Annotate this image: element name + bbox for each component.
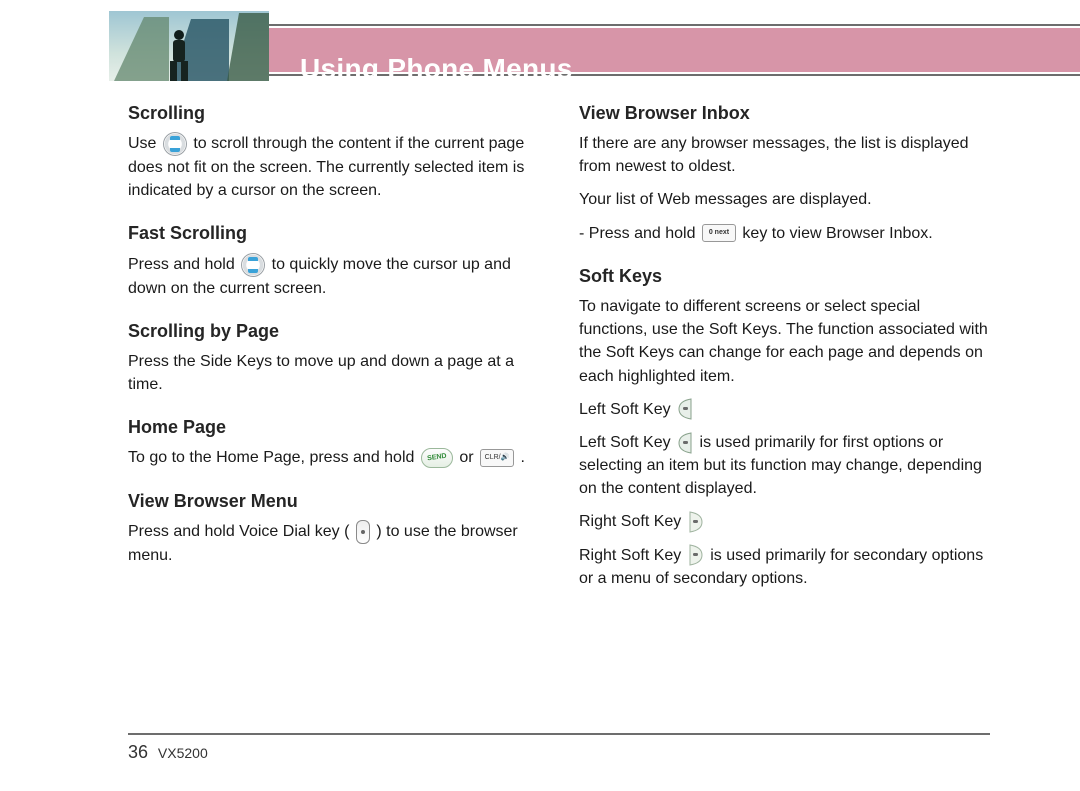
heading-scrolling-by-page: Scrolling by Page bbox=[128, 318, 539, 344]
para-inbox-2: Your list of Web messages are displayed. bbox=[579, 188, 990, 211]
footer: 36 VX5200 bbox=[128, 742, 208, 763]
para-home-page: To go to the Home Page, press and hold o… bbox=[128, 446, 539, 469]
text: . bbox=[520, 449, 524, 466]
heading-view-browser-menu: View Browser Menu bbox=[128, 488, 539, 514]
text: Left Soft Key bbox=[579, 434, 671, 451]
footer-rule bbox=[128, 733, 990, 735]
para-soft-keys-intro: To navigate to different screens or sele… bbox=[579, 295, 990, 388]
para-scrolling-by-page: Press the Side Keys to move up and down … bbox=[128, 350, 539, 396]
text: Press and hold bbox=[128, 256, 235, 273]
left-soft-key-icon bbox=[677, 398, 693, 420]
header-photo bbox=[109, 11, 269, 81]
para-right-soft-key-body: Right Soft Key is used primarily for sec… bbox=[579, 544, 990, 590]
text: key to view Browser Inbox. bbox=[742, 225, 932, 242]
text: Press and hold Voice Dial key ( bbox=[128, 523, 349, 540]
heading-view-browser-inbox: View Browser Inbox bbox=[579, 100, 990, 126]
text: to scroll through the content if the cur… bbox=[128, 135, 524, 199]
right-soft-key-icon bbox=[688, 544, 704, 566]
para-left-soft-key-body: Left Soft Key is used primarily for firs… bbox=[579, 431, 990, 501]
text: or bbox=[459, 449, 473, 466]
para-inbox-1: If there are any browser messages, the l… bbox=[579, 132, 990, 178]
para-inbox-3: - Press and hold key to view Browser Inb… bbox=[579, 222, 990, 245]
right-soft-key-icon bbox=[688, 511, 704, 533]
text: Right Soft Key bbox=[579, 513, 681, 530]
text: To go to the Home Page, press and hold bbox=[128, 449, 414, 466]
left-soft-key-icon bbox=[677, 432, 693, 454]
text: Use bbox=[128, 135, 156, 152]
para-right-soft-key-label: Right Soft Key bbox=[579, 510, 990, 533]
heading-soft-keys: Soft Keys bbox=[579, 263, 990, 289]
heading-scrolling: Scrolling bbox=[128, 100, 539, 126]
nav-key-icon bbox=[241, 253, 265, 277]
heading-home-page: Home Page bbox=[128, 414, 539, 440]
clr-key-icon bbox=[480, 449, 514, 467]
para-view-browser-menu: Press and hold Voice Dial key ( ) to use… bbox=[128, 520, 539, 567]
voice-dial-key-icon bbox=[356, 520, 370, 544]
page-number: 36 bbox=[128, 742, 148, 762]
heading-fast-scrolling: Fast Scrolling bbox=[128, 220, 539, 246]
column-left: Scrolling Use to scroll through the cont… bbox=[128, 100, 539, 711]
text: Left Soft Key bbox=[579, 401, 671, 418]
column-right: View Browser Inbox If there are any brow… bbox=[579, 100, 990, 711]
para-fast-scrolling: Press and hold to quickly move the curso… bbox=[128, 253, 539, 300]
send-key-icon bbox=[421, 448, 453, 468]
text: - Press and hold bbox=[579, 225, 696, 242]
page-title: Using Phone Menus bbox=[300, 53, 573, 85]
para-left-soft-key-label: Left Soft Key bbox=[579, 398, 990, 421]
content-columns: Scrolling Use to scroll through the cont… bbox=[128, 100, 990, 711]
zero-key-icon bbox=[702, 224, 736, 242]
text: Right Soft Key bbox=[579, 547, 681, 564]
model-id: VX5200 bbox=[158, 745, 208, 761]
nav-key-icon bbox=[163, 132, 187, 156]
para-scrolling: Use to scroll through the content if the… bbox=[128, 132, 539, 202]
